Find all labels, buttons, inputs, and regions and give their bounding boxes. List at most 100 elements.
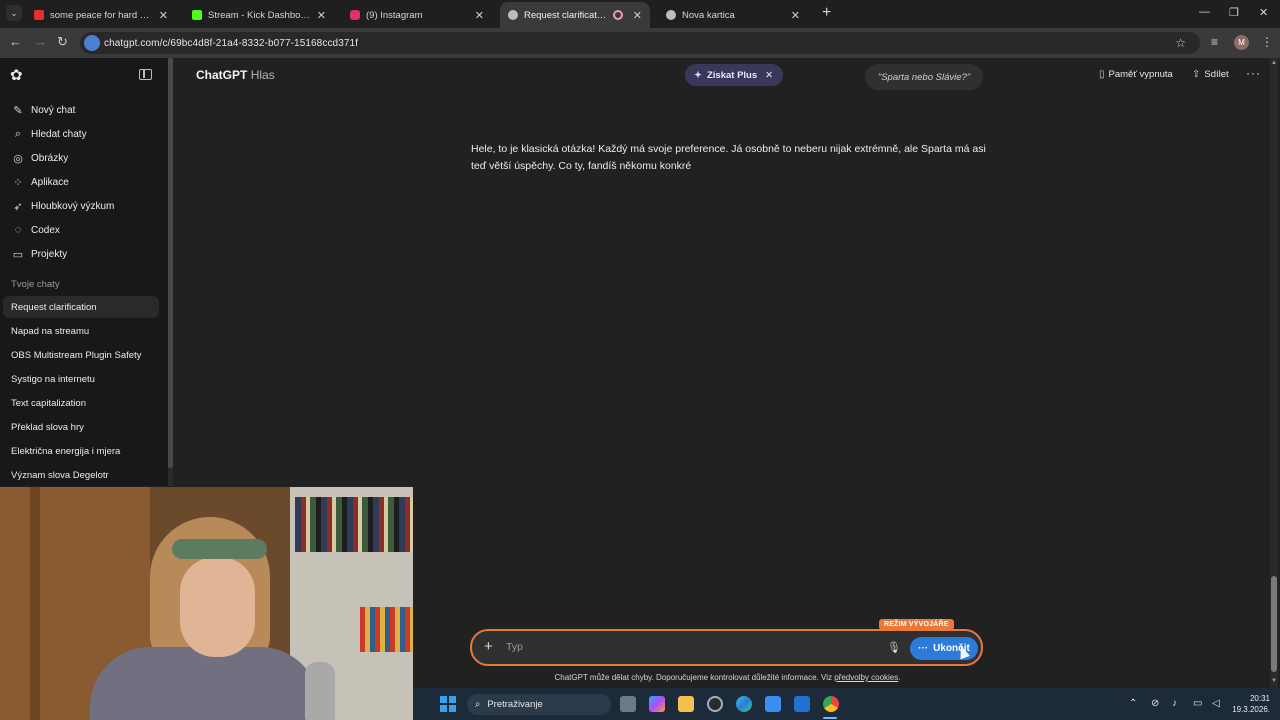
restore-icon[interactable]: ❐ xyxy=(1229,6,1239,19)
microphone-tray-icon[interactable]: ♪ xyxy=(1172,698,1177,709)
search-icon: ⌕ xyxy=(475,699,481,710)
chrome-icon xyxy=(666,10,676,20)
add-attachment-icon[interactable]: + xyxy=(484,639,493,655)
sidebar-item-projects[interactable]: ▭ Projekty xyxy=(8,243,160,265)
store-icon[interactable] xyxy=(765,696,781,712)
get-plus-label: Získat Plus xyxy=(706,69,758,81)
close-window-icon[interactable]: ✕ xyxy=(1259,6,1268,19)
browser-toolbar: ← → ↻ chatgpt.com/c/69bc4d8f-21a4-8332-b… xyxy=(0,28,1280,58)
share-button[interactable]: ⇪ Sdílet xyxy=(1192,69,1229,80)
tab-search-menu-button[interactable]: ⌄ xyxy=(6,5,22,21)
close-tab-icon[interactable]: ✕ xyxy=(791,9,800,22)
chrome-icon[interactable] xyxy=(823,696,839,712)
active-app-indicator xyxy=(823,717,837,719)
minimize-icon[interactable]: — xyxy=(1199,6,1210,18)
chatgpt-icon xyxy=(508,10,518,20)
get-plus-button[interactable]: ✦ Získat Plus ✕ xyxy=(685,64,784,86)
close-tab-icon[interactable]: ✕ xyxy=(633,9,642,22)
chatgpt-logo-icon[interactable]: ✿ xyxy=(10,68,26,84)
bookmark-star-icon[interactable]: ☆ xyxy=(1175,36,1186,50)
tab-title: Nova kartica xyxy=(682,9,735,21)
sidebar-toggle-icon[interactable] xyxy=(139,69,152,80)
browser-tab-kick[interactable]: Stream - Kick Dashboard ✕ xyxy=(184,2,334,28)
recording-icon xyxy=(612,10,623,20)
chat-item[interactable]: Napad na streamu xyxy=(3,320,159,342)
task-view-icon[interactable] xyxy=(620,696,636,712)
sidebar-scrollbar[interactable] xyxy=(168,58,173,486)
image-icon: ◎ xyxy=(13,152,23,165)
scroll-up-icon[interactable]: ▲ xyxy=(1271,60,1277,66)
close-tab-icon[interactable]: ✕ xyxy=(475,9,484,22)
browser-tab-instagram[interactable]: (9) Instagram ✕ xyxy=(342,2,492,28)
message-input[interactable]: Typ xyxy=(506,641,523,653)
apps-icon: ⁘ xyxy=(13,176,23,189)
scrollbar-thumb[interactable] xyxy=(1271,576,1277,672)
assistant-message: Hele, to je klasická otázka! Každý má sv… xyxy=(471,141,991,175)
webcam-person-shirt xyxy=(90,647,320,720)
network-icon[interactable]: ⊘ xyxy=(1151,698,1159,709)
forward-icon[interactable]: → xyxy=(34,35,47,49)
sidebar-item-label: Hledat chaty xyxy=(31,128,87,140)
outlook-icon[interactable] xyxy=(794,696,810,712)
model-title[interactable]: ChatGPT Hlas xyxy=(196,68,275,82)
sidebar-item-label: Obrázky xyxy=(31,152,69,164)
close-tab-icon[interactable]: ✕ xyxy=(159,9,168,22)
chat-item[interactable]: OBS Multistream Plugin Safety xyxy=(3,344,159,366)
back-icon[interactable]: ← xyxy=(9,35,22,49)
media-controls-icon[interactable]: ≡ xyxy=(1211,35,1218,49)
sidebar-item-search[interactable]: ⌕ Hledat chaty xyxy=(8,123,160,145)
message-line: teď větší úspěchy. Co ty, fandíš někomu … xyxy=(471,160,692,172)
edge-icon[interactable] xyxy=(736,696,752,712)
chat-item[interactable]: Překlad slova hry xyxy=(3,416,159,438)
tray-overflow-icon[interactable]: ⌃ xyxy=(1129,698,1137,709)
search-icon: ⌕ xyxy=(14,127,22,140)
sidebar-item-apps[interactable]: ⁘ Aplikace xyxy=(8,171,160,193)
chat-item[interactable]: Text capitalization xyxy=(3,392,159,414)
main-scrollbar[interactable]: ▲ ▼ xyxy=(1270,58,1278,688)
taskbar-search-label: Pretraživanje xyxy=(487,699,543,710)
taskbar-clock[interactable]: 20:31 19.3.2026. xyxy=(1230,693,1270,715)
codex-icon: ◌ xyxy=(14,224,22,236)
chat-item[interactable]: Systigo na internetu xyxy=(3,368,159,390)
youtube-icon xyxy=(34,10,44,20)
address-bar[interactable]: chatgpt.com/c/69bc4d8f-21a4-8332-b077-15… xyxy=(80,32,1200,54)
browser-tab-new[interactable]: Nova kartica ✕ xyxy=(658,2,808,28)
taskbar-search[interactable]: ⌕ Pretraživanje xyxy=(467,694,611,715)
file-explorer-icon[interactable] xyxy=(678,696,694,712)
sidebar-item-new-chat[interactable]: ✎ Nový chat xyxy=(8,99,160,121)
cookie-preferences-link[interactable]: předvolby cookies xyxy=(834,673,898,682)
sidebar-item-label: Hloubkový výzkum xyxy=(31,200,115,212)
brand-mode: Hlas xyxy=(250,68,275,82)
browser-tab-chatgpt[interactable]: Request clarification ✕ xyxy=(500,2,650,28)
chat-item-active[interactable]: Request clarification xyxy=(3,296,159,318)
windows-start-icon[interactable] xyxy=(440,696,456,712)
scrollbar-thumb[interactable] xyxy=(168,58,173,468)
close-icon[interactable]: ✕ xyxy=(765,70,773,81)
display-icon[interactable]: ▭ xyxy=(1193,698,1202,709)
scroll-down-icon[interactable]: ▼ xyxy=(1271,678,1277,684)
tab-title: (9) Instagram xyxy=(366,9,423,21)
browser-menu-icon[interactable]: ⋮ xyxy=(1261,35,1273,49)
microphone-icon[interactable]: 🎙 xyxy=(887,641,901,654)
reload-icon[interactable]: ↻ xyxy=(57,35,68,49)
new-tab-button[interactable]: + xyxy=(822,5,831,21)
steam-icon[interactable] xyxy=(707,696,723,712)
copilot-icon[interactable] xyxy=(649,696,665,712)
memory-label: Paměť vypnuta xyxy=(1108,69,1173,80)
close-tab-icon[interactable]: ✕ xyxy=(317,9,326,22)
volume-icon[interactable]: ◁ xyxy=(1212,698,1220,709)
webcam-overlay xyxy=(0,487,413,720)
memory-status-button[interactable]: ▯ Paměť vypnuta xyxy=(1099,69,1173,80)
sidebar-item-images[interactable]: ◎ Obrázky xyxy=(8,147,160,169)
profile-avatar[interactable]: M xyxy=(1234,35,1249,50)
browser-tab-youtube[interactable]: some peace for hard nights... (m ✕ xyxy=(26,2,176,28)
brand-name: ChatGPT xyxy=(196,68,248,82)
chat-item[interactable]: Význam slova Degelotr xyxy=(3,464,159,486)
chat-item[interactable]: Električna energija i mjera xyxy=(3,440,159,462)
site-info-icon[interactable] xyxy=(84,35,100,51)
sidebar-item-deep-research[interactable]: ➶ Hloubkový výzkum xyxy=(8,195,160,217)
more-options-icon[interactable]: ··· xyxy=(1246,66,1261,80)
sidebar-item-codex[interactable]: ◌ Codex xyxy=(8,219,160,241)
url-text: chatgpt.com/c/69bc4d8f-21a4-8332-b077-15… xyxy=(104,37,359,49)
browser-tab-strip: ⌄ some peace for hard nights... (m ✕ Str… xyxy=(0,0,1280,28)
